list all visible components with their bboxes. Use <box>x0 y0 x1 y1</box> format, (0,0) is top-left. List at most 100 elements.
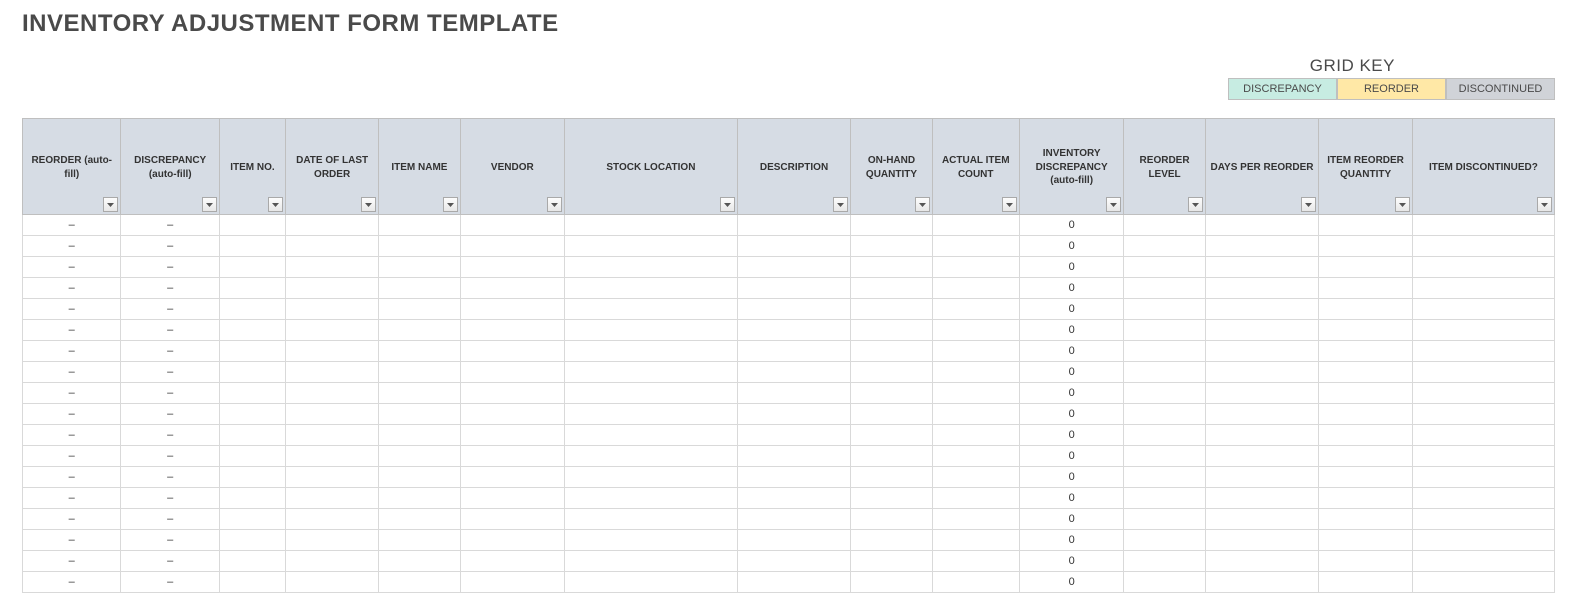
cell-on_hand[interactable] <box>851 425 932 446</box>
cell-vendor[interactable] <box>460 257 565 278</box>
cell-stock_location[interactable] <box>565 236 738 257</box>
cell-vendor[interactable] <box>460 509 565 530</box>
cell-reorder_level[interactable] <box>1124 467 1205 488</box>
cell-discrepancy[interactable]: – <box>121 572 219 593</box>
cell-description[interactable] <box>737 362 851 383</box>
cell-actual_count[interactable] <box>932 488 1019 509</box>
cell-discrepancy[interactable]: – <box>121 257 219 278</box>
filter-dropdown-button[interactable] <box>547 197 562 212</box>
cell-days_per_reorder[interactable] <box>1205 404 1319 425</box>
cell-item_name[interactable] <box>379 404 460 425</box>
cell-description[interactable] <box>737 383 851 404</box>
cell-description[interactable] <box>737 299 851 320</box>
cell-reorder_level[interactable] <box>1124 551 1205 572</box>
cell-discontinued[interactable] <box>1412 467 1554 488</box>
cell-days_per_reorder[interactable] <box>1205 383 1319 404</box>
cell-item_name[interactable] <box>379 362 460 383</box>
cell-reorder_qty[interactable] <box>1319 530 1412 551</box>
filter-dropdown-button[interactable] <box>361 197 376 212</box>
cell-stock_location[interactable] <box>565 215 738 236</box>
cell-discontinued[interactable] <box>1412 299 1554 320</box>
cell-item_name[interactable] <box>379 383 460 404</box>
filter-dropdown-button[interactable] <box>103 197 118 212</box>
cell-description[interactable] <box>737 320 851 341</box>
cell-item_name[interactable] <box>379 467 460 488</box>
filter-dropdown-button[interactable] <box>1106 197 1121 212</box>
cell-item_no[interactable] <box>219 215 285 236</box>
cell-reorder_qty[interactable] <box>1319 446 1412 467</box>
cell-reorder_qty[interactable] <box>1319 467 1412 488</box>
cell-reorder_level[interactable] <box>1124 320 1205 341</box>
cell-date_last_order[interactable] <box>285 572 378 593</box>
cell-actual_count[interactable] <box>932 278 1019 299</box>
cell-on_hand[interactable] <box>851 299 932 320</box>
cell-description[interactable] <box>737 488 851 509</box>
cell-on_hand[interactable] <box>851 404 932 425</box>
filter-dropdown-button[interactable] <box>268 197 283 212</box>
cell-date_last_order[interactable] <box>285 425 378 446</box>
cell-discontinued[interactable] <box>1412 236 1554 257</box>
cell-on_hand[interactable] <box>851 215 932 236</box>
cell-discontinued[interactable] <box>1412 446 1554 467</box>
cell-inv_discrepancy[interactable]: 0 <box>1019 236 1124 257</box>
cell-date_last_order[interactable] <box>285 488 378 509</box>
cell-vendor[interactable] <box>460 425 565 446</box>
cell-days_per_reorder[interactable] <box>1205 425 1319 446</box>
cell-date_last_order[interactable] <box>285 509 378 530</box>
cell-days_per_reorder[interactable] <box>1205 341 1319 362</box>
cell-vendor[interactable] <box>460 215 565 236</box>
cell-inv_discrepancy[interactable]: 0 <box>1019 425 1124 446</box>
cell-date_last_order[interactable] <box>285 278 378 299</box>
cell-discrepancy[interactable]: – <box>121 278 219 299</box>
cell-description[interactable] <box>737 425 851 446</box>
cell-actual_count[interactable] <box>932 530 1019 551</box>
cell-date_last_order[interactable] <box>285 467 378 488</box>
cell-discontinued[interactable] <box>1412 572 1554 593</box>
cell-discrepancy[interactable]: – <box>121 425 219 446</box>
filter-dropdown-button[interactable] <box>1301 197 1316 212</box>
cell-stock_location[interactable] <box>565 530 738 551</box>
cell-on_hand[interactable] <box>851 551 932 572</box>
cell-reorder_level[interactable] <box>1124 446 1205 467</box>
cell-description[interactable] <box>737 467 851 488</box>
filter-dropdown-button[interactable] <box>443 197 458 212</box>
cell-actual_count[interactable] <box>932 425 1019 446</box>
cell-item_no[interactable] <box>219 236 285 257</box>
filter-dropdown-button[interactable] <box>1002 197 1017 212</box>
cell-inv_discrepancy[interactable]: 0 <box>1019 572 1124 593</box>
cell-stock_location[interactable] <box>565 425 738 446</box>
cell-on_hand[interactable] <box>851 236 932 257</box>
filter-dropdown-button[interactable] <box>833 197 848 212</box>
cell-on_hand[interactable] <box>851 362 932 383</box>
cell-item_name[interactable] <box>379 341 460 362</box>
cell-vendor[interactable] <box>460 488 565 509</box>
cell-reorder_level[interactable] <box>1124 236 1205 257</box>
cell-inv_discrepancy[interactable]: 0 <box>1019 488 1124 509</box>
cell-reorder[interactable]: – <box>23 509 121 530</box>
cell-reorder_level[interactable] <box>1124 362 1205 383</box>
cell-discontinued[interactable] <box>1412 278 1554 299</box>
cell-item_no[interactable] <box>219 509 285 530</box>
cell-discrepancy[interactable]: – <box>121 215 219 236</box>
cell-item_no[interactable] <box>219 467 285 488</box>
cell-actual_count[interactable] <box>932 341 1019 362</box>
cell-reorder[interactable]: – <box>23 257 121 278</box>
cell-vendor[interactable] <box>460 362 565 383</box>
cell-stock_location[interactable] <box>565 257 738 278</box>
cell-reorder_qty[interactable] <box>1319 215 1412 236</box>
cell-actual_count[interactable] <box>932 467 1019 488</box>
cell-reorder[interactable]: – <box>23 551 121 572</box>
cell-reorder_qty[interactable] <box>1319 278 1412 299</box>
cell-vendor[interactable] <box>460 383 565 404</box>
cell-discrepancy[interactable]: – <box>121 404 219 425</box>
cell-days_per_reorder[interactable] <box>1205 509 1319 530</box>
cell-days_per_reorder[interactable] <box>1205 488 1319 509</box>
cell-inv_discrepancy[interactable]: 0 <box>1019 278 1124 299</box>
cell-description[interactable] <box>737 278 851 299</box>
cell-days_per_reorder[interactable] <box>1205 320 1319 341</box>
cell-item_name[interactable] <box>379 257 460 278</box>
cell-vendor[interactable] <box>460 572 565 593</box>
cell-reorder_qty[interactable] <box>1319 362 1412 383</box>
cell-stock_location[interactable] <box>565 278 738 299</box>
cell-discontinued[interactable] <box>1412 551 1554 572</box>
